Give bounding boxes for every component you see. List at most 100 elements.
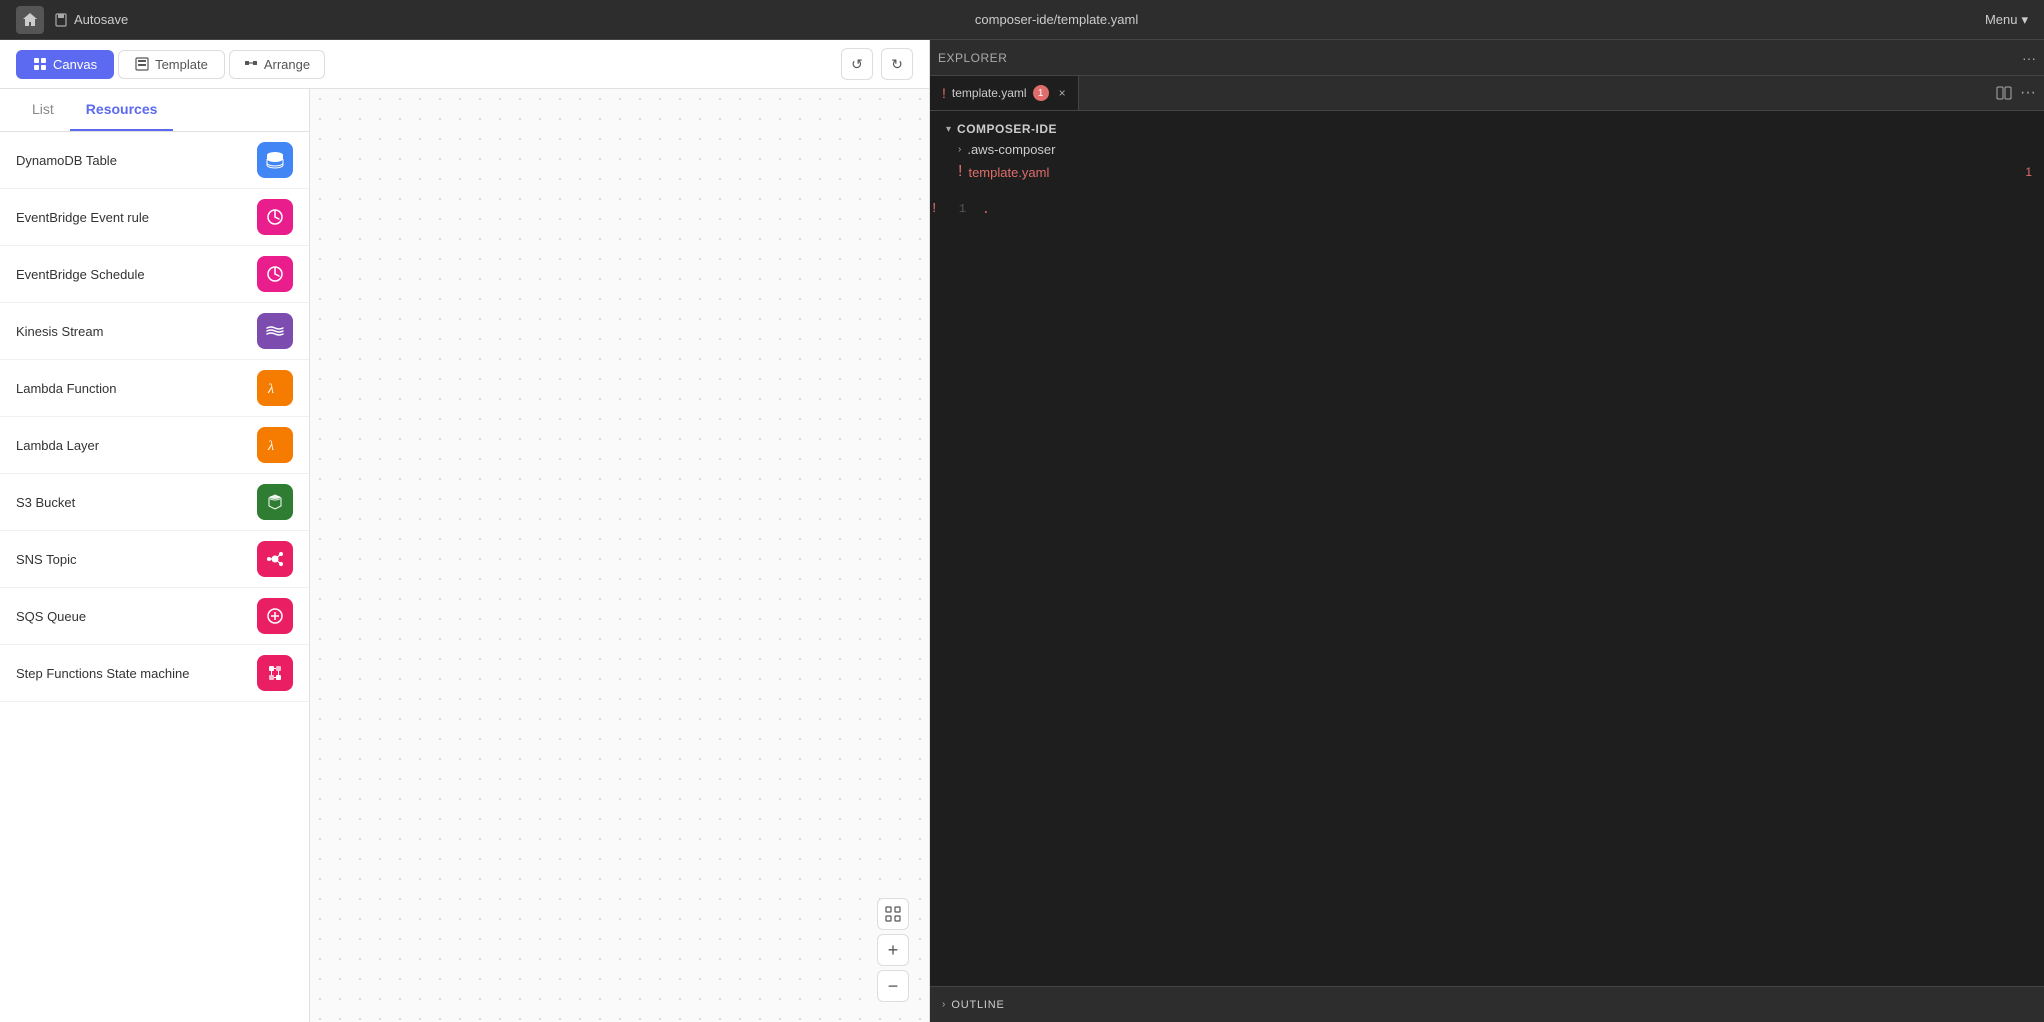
line-error-dot: ! (930, 201, 942, 217)
zoom-controls: + − (877, 898, 909, 1002)
composer-panel: Canvas Template Arrange ↺ ↻ (0, 40, 930, 1022)
resource-name: DynamoDB Table (16, 153, 117, 168)
canvas-area[interactable]: + − (310, 89, 929, 1022)
redo-icon: ↻ (891, 56, 903, 73)
resource-list: DynamoDB Table EventBridge Event rule (0, 132, 309, 702)
list-item[interactable]: Lambda Layer λ (0, 417, 309, 474)
autosave-indicator: Autosave (54, 12, 128, 27)
menu-button[interactable]: Menu ▾ (1985, 12, 2028, 28)
file-tab-close[interactable]: × (1059, 86, 1066, 100)
list-item[interactable]: Step Functions State machine (0, 645, 309, 702)
canvas-tab-label: Canvas (53, 57, 97, 72)
outline-chevron[interactable]: › (942, 999, 945, 1010)
zoom-out-button[interactable]: − (877, 970, 909, 1002)
list-item[interactable]: Kinesis Stream (0, 303, 309, 360)
autosave-label: Autosave (74, 12, 128, 27)
sns-icon (257, 541, 293, 577)
canvas-tab[interactable]: Canvas (16, 50, 114, 79)
composer-toolbar: Canvas Template Arrange ↺ ↻ (0, 40, 929, 89)
svg-text:λ: λ (267, 439, 274, 454)
main-layout: Canvas Template Arrange ↺ ↻ (0, 40, 2044, 1022)
explorer-title: EXPLORER (938, 51, 1007, 65)
template-tab-label: Template (155, 57, 208, 72)
s3-icon (257, 484, 293, 520)
template-tab[interactable]: Template (118, 50, 225, 79)
tree-error-badge: 1 (2025, 165, 2032, 179)
explorer-header-bar: EXPLORER ··· (930, 40, 2044, 76)
tree-item-aws-composer[interactable]: › .aws-composer (930, 139, 2044, 160)
file-tabs: ! template.yaml 1 × ··· (930, 76, 2044, 111)
resource-name: EventBridge Event rule (16, 210, 149, 225)
sidebar-tab-resources[interactable]: Resources (70, 89, 174, 131)
resource-name: EventBridge Schedule (16, 267, 145, 282)
outline-label: OUTLINE (951, 999, 1004, 1011)
list-item[interactable]: Lambda Function λ (0, 360, 309, 417)
sidebar-list-label: List (32, 101, 54, 117)
file-error-badge: 1 (1033, 85, 1049, 101)
list-item[interactable]: DynamoDB Table (0, 132, 309, 189)
editor-more-icon[interactable]: ··· (2020, 84, 2036, 102)
zoom-in-button[interactable]: + (877, 934, 909, 966)
zoom-out-icon: − (888, 977, 899, 995)
list-item[interactable]: SQS Queue (0, 588, 309, 645)
cursor (815, 336, 823, 344)
resource-name: Lambda Function (16, 381, 116, 396)
lambda-layer-icon: λ (257, 427, 293, 463)
tree-item-chevron: › (958, 144, 961, 155)
view-tabs: Canvas Template Arrange (16, 50, 325, 79)
top-bar: Autosave composer-ide/template.yaml Menu… (0, 0, 2044, 40)
resource-name: Step Functions State machine (16, 666, 189, 681)
explorer-tree: ▾ COMPOSER-IDE › .aws-composer ! templat… (930, 111, 2044, 192)
list-item[interactable]: EventBridge Schedule (0, 246, 309, 303)
sidebar-tabs: List Resources (0, 89, 309, 132)
file-path: composer-ide/template.yaml (975, 12, 1138, 27)
undo-button[interactable]: ↺ (841, 48, 873, 80)
sqs-icon (257, 598, 293, 634)
redo-button[interactable]: ↻ (881, 48, 913, 80)
fit-view-button[interactable] (877, 898, 909, 930)
eventbridge-schedule-icon (257, 256, 293, 292)
tree-item-template-yaml[interactable]: ! template.yaml 1 (930, 160, 2044, 184)
list-item[interactable]: EventBridge Event rule (0, 189, 309, 246)
resource-name: Kinesis Stream (16, 324, 103, 339)
top-bar-right: Menu ▾ (1985, 12, 2028, 28)
lambda-function-icon: λ (257, 370, 293, 406)
outline-section: › OUTLINE (930, 986, 2044, 1022)
file-error-indicator: ! (942, 85, 946, 101)
line-content: . (982, 202, 990, 217)
resource-name: Lambda Layer (16, 438, 99, 453)
file-tab-name: template.yaml (952, 86, 1027, 100)
arrange-tab-label: Arrange (264, 57, 310, 72)
vscode-panel: EXPLORER ··· ! template.yaml 1 × ··· ▾ (930, 40, 2044, 1022)
menu-label: Menu (1985, 12, 2018, 27)
home-button[interactable] (16, 6, 44, 34)
resource-name: S3 Bucket (16, 495, 75, 510)
kinesis-icon (257, 313, 293, 349)
arrange-tab[interactable]: Arrange (229, 50, 325, 79)
explorer-dots[interactable]: ··· (2022, 50, 2036, 66)
undo-icon: ↺ (851, 56, 863, 73)
sidebar: List Resources DynamoDB Table (0, 89, 310, 1022)
resource-name: SQS Queue (16, 609, 86, 624)
composer-body: List Resources DynamoDB Table (0, 89, 929, 1022)
sidebar-tab-list[interactable]: List (16, 89, 70, 131)
split-editor-icon[interactable] (1996, 85, 2012, 101)
stepfunctions-icon (257, 655, 293, 691)
tree-item-name: template.yaml (968, 165, 1049, 180)
code-editor[interactable]: ! 1 . (930, 192, 2044, 986)
file-tab-template[interactable]: ! template.yaml 1 × (930, 76, 1079, 110)
editor-line-1: ! 1 . (930, 200, 2044, 218)
dynamodb-icon (257, 142, 293, 178)
list-item[interactable]: SNS Topic (0, 531, 309, 588)
svg-text:λ: λ (267, 382, 274, 397)
tree-item-name: .aws-composer (967, 142, 1055, 157)
tree-root-chevron: ▾ (946, 124, 951, 135)
list-item[interactable]: S3 Bucket (0, 474, 309, 531)
eventbridge-event-icon (257, 199, 293, 235)
zoom-in-icon: + (888, 941, 899, 959)
menu-chevron-icon: ▾ (2021, 12, 2028, 28)
sidebar-resources-label: Resources (86, 101, 158, 117)
line-number: 1 (942, 202, 982, 216)
explorer-controls: ··· (2022, 50, 2036, 66)
tree-root[interactable]: ▾ COMPOSER-IDE (930, 119, 2044, 139)
